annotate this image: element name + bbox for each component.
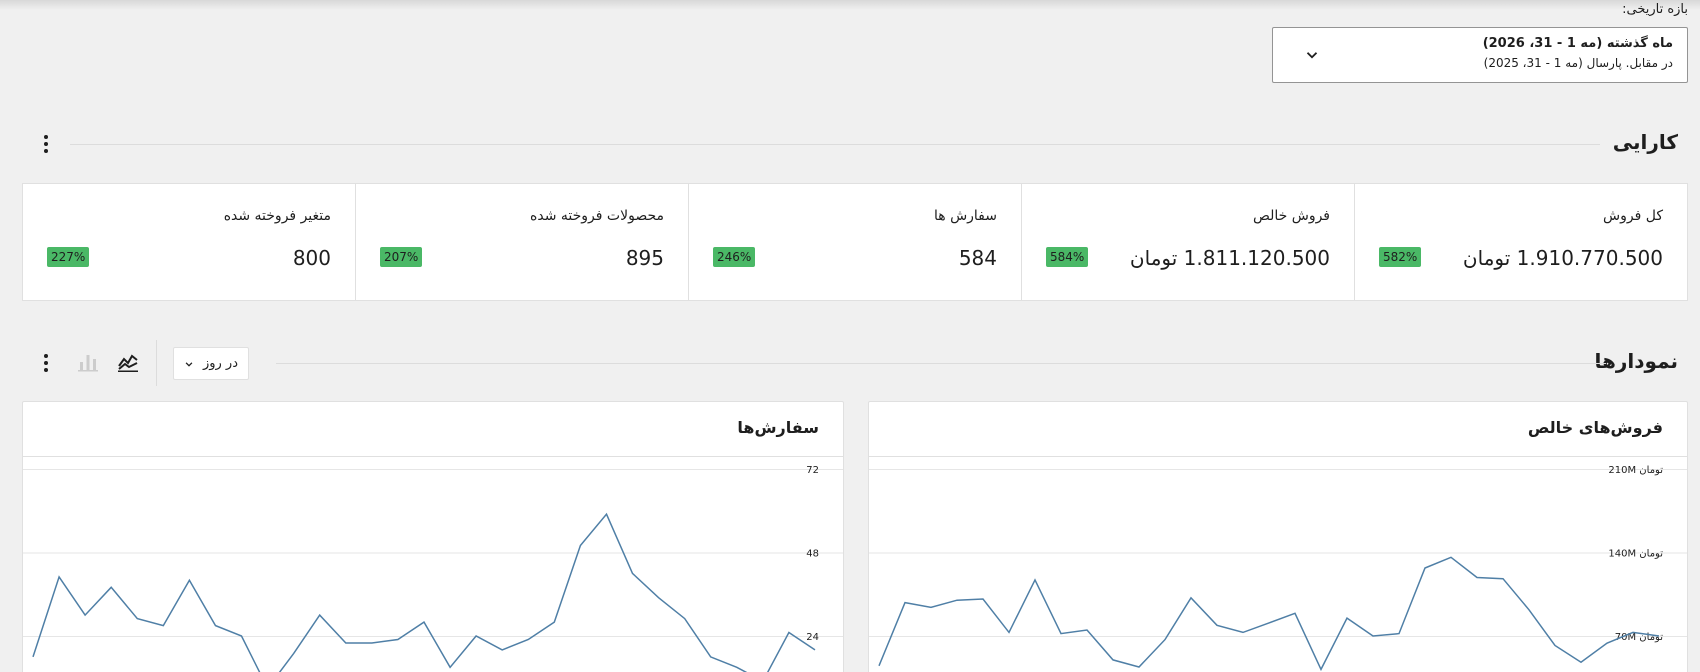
y-tick-label: 72 <box>806 465 819 476</box>
interval-select[interactable]: در روز <box>173 347 249 380</box>
y-tick-label: 24 <box>806 632 819 643</box>
kpi-value: 895 <box>625 246 664 270</box>
series-line <box>32 512 816 672</box>
kpi-orders[interactable]: سفارش ها 584 246% <box>688 184 1021 300</box>
date-range-comparison: در مقابل. پارسال (مه 1 - 31، 2025) <box>1483 56 1673 70</box>
performance-menu-button[interactable] <box>34 132 58 156</box>
y-tick-label: 210M تومان <box>1608 465 1663 476</box>
chevron-down-icon <box>1306 52 1318 59</box>
orders-line-chart: 72 48 24 <box>23 465 843 672</box>
chart-title: فروش‌های خالص <box>1527 418 1663 437</box>
kpi-delta-badge: 246% <box>713 247 756 267</box>
kpi-variations-sold[interactable]: متغیر فروخته شده 800 227% <box>23 184 355 300</box>
kpi-products-sold[interactable]: محصولات فروخته شده 895 207% <box>355 184 688 300</box>
kpi-total-sales[interactable]: کل فروش 1.910.770.500 تومان 582% <box>1354 184 1687 300</box>
more-vertical-icon <box>44 135 48 153</box>
kpi-label: محصولات فروخته شده <box>530 208 664 224</box>
performance-title: کارایی <box>1612 130 1678 154</box>
kpi-label: سفارش ها <box>933 208 997 224</box>
charts-header: نمودارها <box>22 345 1678 381</box>
line-chart-icon[interactable] <box>116 350 140 374</box>
performance-divider <box>70 144 1600 145</box>
net-sales-line-chart: 210M تومان140M تومان70M تومان <box>869 465 1687 672</box>
kpi-value: 584 <box>958 246 997 270</box>
orders-chart-panel: سفارش‌ها 72 48 24 <box>22 401 844 672</box>
kpi-label: کل فروش <box>1603 208 1663 224</box>
net-sales-chart-panel: فروش‌های خالص 210M تومان 140M تومان 70M تو… <box>868 401 1688 672</box>
kpi-net-sales[interactable]: فروش خالص 1.811.120.500 تومان 584% <box>1021 184 1354 300</box>
date-range-primary: ماه گذشته (مه 1 - 31، 2026) <box>1482 36 1673 51</box>
chevron-down-icon <box>185 362 193 367</box>
performance-header: کارایی <box>22 126 1678 162</box>
y-tick-label: 48 <box>806 549 819 560</box>
kpi-delta-badge: 207% <box>380 247 423 267</box>
charts-title: نمودارها <box>1594 349 1678 373</box>
interval-value: در روز <box>202 356 238 371</box>
kpi-delta-badge: 582% <box>1379 247 1422 267</box>
more-vertical-icon <box>44 354 48 372</box>
kpi-label: فروش خالص <box>1252 208 1330 224</box>
date-range-label: بازه تاریخی: <box>1622 2 1688 17</box>
chart-title: سفارش‌ها <box>737 418 819 437</box>
kpi-value: 800 <box>292 246 331 270</box>
charts-divider <box>276 363 1606 364</box>
y-tick-label: 140M تومان <box>1608 549 1663 560</box>
kpi-row: کل فروش 1.910.770.500 تومان 582% فروش خا… <box>22 183 1688 301</box>
kpi-value: 1.910.770.500 تومان <box>1462 246 1663 270</box>
kpi-value: 1.811.120.500 تومان <box>1129 246 1330 270</box>
bar-chart-icon[interactable] <box>76 350 100 374</box>
kpi-delta-badge: 584% <box>1046 247 1089 267</box>
charts-menu-button[interactable] <box>34 351 58 375</box>
date-range-picker[interactable]: ماه گذشته (مه 1 - 31، 2026) در مقابل. پا… <box>1272 27 1688 83</box>
top-shadow <box>0 0 1700 10</box>
kpi-label: متغیر فروخته شده <box>223 208 331 224</box>
kpi-delta-badge: 227% <box>47 247 90 267</box>
toolbar-separator <box>156 340 157 386</box>
series-line <box>878 556 1660 672</box>
